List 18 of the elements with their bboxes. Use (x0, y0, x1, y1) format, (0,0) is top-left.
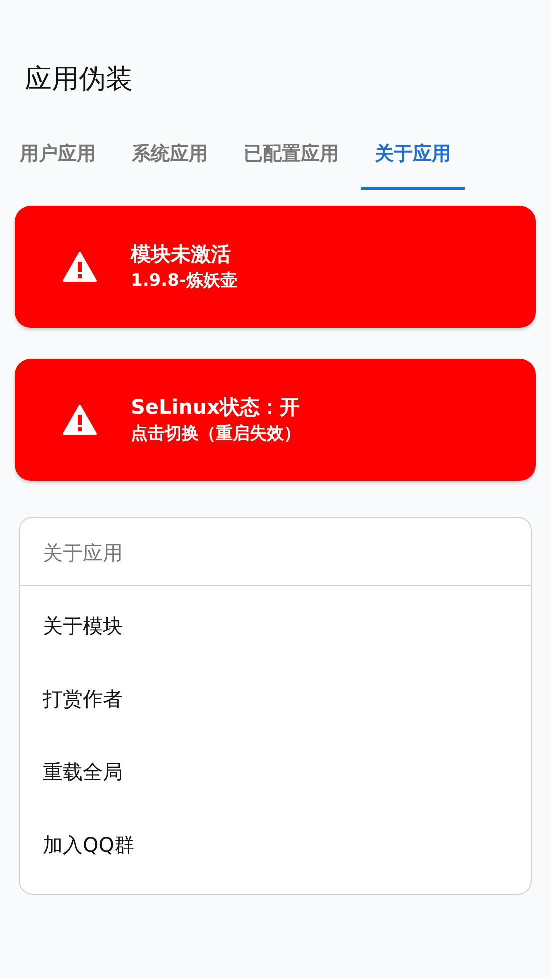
tab[interactable]: 用户应用 (6, 134, 110, 190)
tab[interactable]: 系统应用 (118, 134, 222, 190)
list-item[interactable]: 加入QQ群 (20, 808, 531, 882)
warning-card[interactable]: 模块未激活 1.9.8-炼妖壶 (15, 206, 536, 328)
warning-icon (63, 404, 97, 434)
section-header: 关于应用 (20, 518, 531, 586)
list-item[interactable]: 关于模块 (20, 590, 531, 662)
warning-icon (63, 252, 97, 282)
warning-card[interactable]: SeLinux状态：开 点击切换（重启失效） (15, 358, 536, 480)
tab[interactable]: 关于应用 (361, 134, 465, 190)
warning-subtitle: 点击切换（重启失效） (131, 422, 301, 446)
warning-title: 模块未激活 (131, 240, 232, 268)
list-item[interactable]: 重载全局 (20, 736, 531, 808)
warning-subtitle: 1.9.8-炼妖壶 (131, 270, 238, 292)
list-item[interactable]: 打赏作者 (20, 662, 531, 736)
tab[interactable]: 已配置应用 (230, 134, 353, 190)
app-title: 应用伪装 (24, 63, 134, 97)
warning-title: SeLinux状态：开 (131, 394, 301, 420)
